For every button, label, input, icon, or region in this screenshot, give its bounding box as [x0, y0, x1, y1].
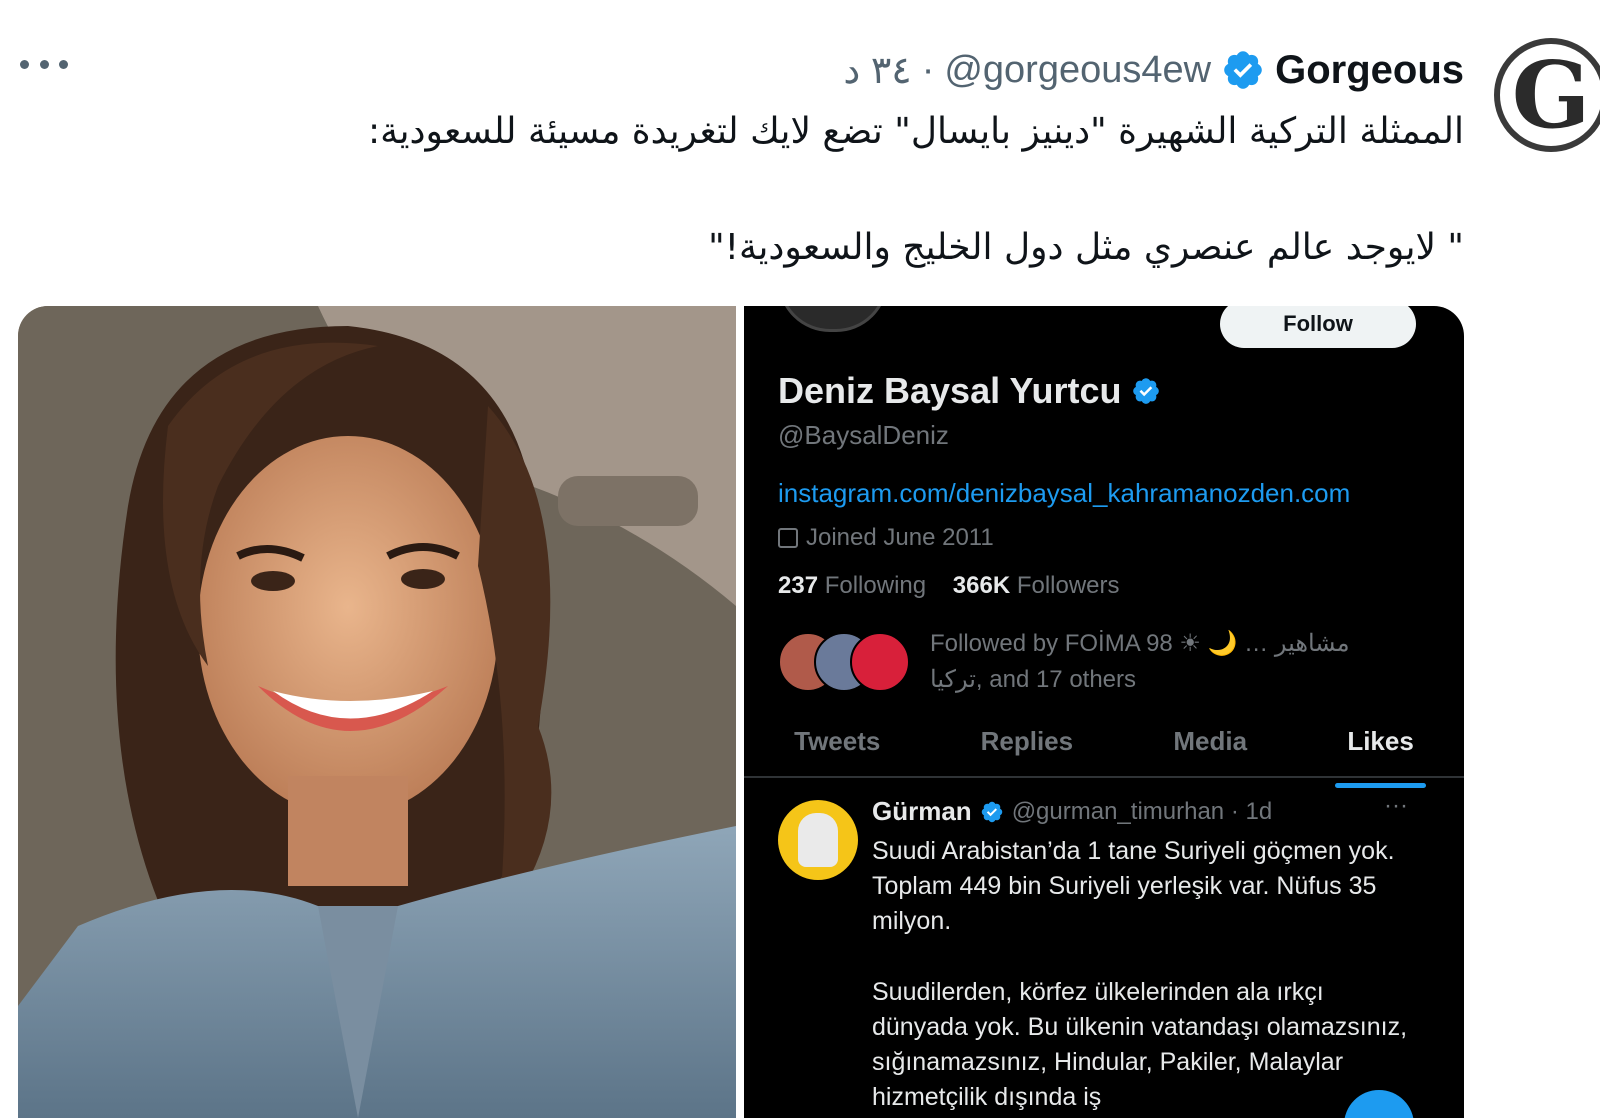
more-options-icon: ··· — [1384, 792, 1408, 819]
liked-tweet-handle-time: @gurman_timurhan · 1d — [1011, 797, 1273, 825]
profile-joined: Joined June 2011 — [778, 524, 994, 552]
profile-avatar — [778, 306, 888, 332]
profile-link: instagram.com/denizbaysal_kahramanozden.… — [778, 478, 1351, 508]
followed-by-avatars — [778, 632, 910, 692]
liked-tweet-paragraph-1: Suudi Arabistan’da 1 tane Suriyeli göçme… — [872, 837, 1395, 935]
liked-tweet-paragraph-2: Suudilerden, körfez ülkelerinden ala ırk… — [872, 978, 1408, 1111]
verified-badge-icon — [1133, 378, 1160, 404]
tweet-header: Gorgeous @gorgeous4ew · ٣٤ د — [843, 40, 1464, 100]
tabs-divider — [744, 776, 1464, 778]
liked-tweet-header: Gürman @gurman_timurhan · 1d — [872, 796, 1272, 827]
liked-tweet-author: Gürman — [872, 796, 972, 826]
followed-by-line-1: Followed by FOİMA 98 ☀ 🌙 … مشاهير — [930, 630, 1350, 657]
followed-by-line-2: تركيا, and 17 others — [930, 666, 1137, 693]
avatar-letter: G — [1511, 41, 1591, 149]
author-avatar[interactable]: G — [1494, 38, 1600, 152]
tweet-media: Follow Deniz Baysal Yurtcu @BaysalDeniz … — [18, 306, 1464, 1118]
followed-by-text: Followed by FOİMA 98 ☀ 🌙 … مشاهير تركيا,… — [930, 626, 1430, 698]
tweet-timestamp[interactable]: ٣٤ د — [843, 48, 911, 93]
tab-likes: Likes — [1335, 716, 1426, 788]
profile-tabs: Tweets Replies Media Likes — [744, 716, 1464, 788]
follow-button: Follow — [1220, 306, 1416, 348]
followers-label: Followers — [1016, 572, 1120, 599]
author-handle[interactable]: @gorgeous4ew — [944, 49, 1211, 92]
separator-dot: · — [921, 48, 935, 91]
liked-tweet-avatar — [778, 800, 858, 880]
joined-text: Joined June 2011 — [806, 524, 994, 551]
photo-illustration — [18, 306, 736, 1118]
verified-badge-icon — [981, 801, 1002, 822]
author-name[interactable]: Gorgeous — [1275, 48, 1464, 93]
more-options-icon[interactable] — [20, 46, 68, 82]
media-divider — [736, 306, 744, 1118]
media-photo-woman-smiling[interactable] — [18, 306, 736, 1118]
verified-badge-icon — [1224, 51, 1262, 89]
profile-stats: 237 Following 366K Followers — [778, 572, 1120, 600]
tweet-text-line-2: " لايوجد عالم عنصري مثل دول الخليج والسع… — [708, 227, 1464, 268]
following-label: Following — [824, 572, 927, 599]
liked-tweet-body: Suudi Arabistan’da 1 tane Suriyeli göçme… — [872, 834, 1412, 1115]
tab-tweets: Tweets — [794, 726, 881, 756]
tab-replies: Replies — [980, 726, 1074, 756]
profile-name: Deniz Baysal Yurtcu — [778, 370, 1122, 411]
calendar-icon — [778, 528, 798, 548]
followers-count: 366K — [952, 572, 1011, 599]
tweet-text: الممثلة التركية الشهيرة "دينيز بايسال" ت… — [164, 102, 1464, 278]
profile-handle: @BaysalDeniz — [778, 420, 949, 450]
following-count: 237 — [778, 572, 819, 599]
profile-name-row: Deniz Baysal Yurtcu — [778, 370, 1161, 412]
media-profile-screenshot[interactable]: Follow Deniz Baysal Yurtcu @BaysalDeniz … — [744, 306, 1464, 1118]
tweet-text-line-1: الممثلة التركية الشهيرة "دينيز بايسال" ت… — [368, 111, 1464, 152]
tab-media: Media — [1173, 726, 1248, 756]
